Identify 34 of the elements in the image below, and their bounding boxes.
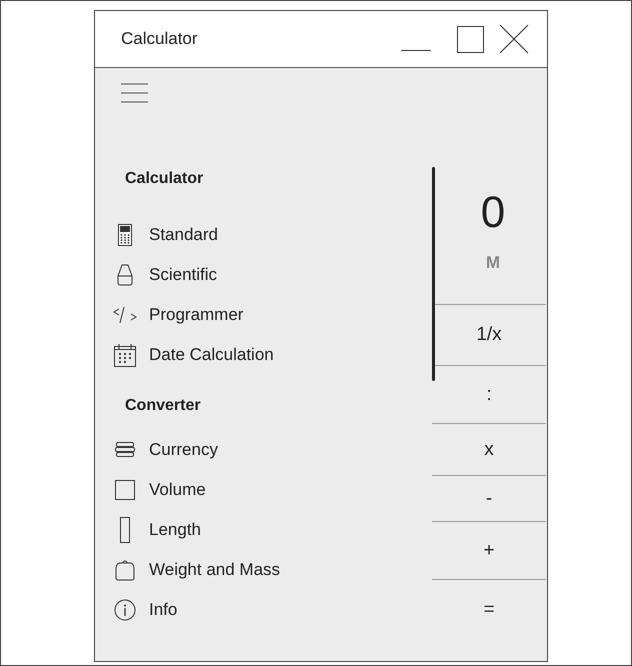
info-icon: [114, 599, 136, 621]
nav-item-label[interactable]: Info: [149, 600, 178, 620]
flask-icon: [117, 264, 133, 286]
pane-divider-handle[interactable]: [432, 167, 435, 381]
window-title: Calculator: [121, 29, 199, 49]
calculator-icon: [118, 224, 132, 246]
maximize-icon[interactable]: [457, 26, 484, 52]
nav-item-label[interactable]: Length: [149, 520, 201, 540]
minimize-icon[interactable]: [401, 48, 431, 52]
weight-icon: [115, 559, 135, 581]
display-value: 0: [480, 187, 506, 239]
operator-key[interactable]: =: [432, 580, 546, 640]
nav-item-label[interactable]: Weight and Mass: [149, 560, 280, 580]
close-icon[interactable]: [499, 24, 529, 54]
nav-item-label[interactable]: Standard: [149, 225, 218, 245]
menu-icon[interactable]: [121, 83, 148, 103]
operator-key[interactable]: -: [432, 476, 546, 521]
operator-key[interactable]: +: [432, 522, 546, 579]
nav-item-label[interactable]: Volume: [149, 480, 206, 500]
nav-item-label[interactable]: Scientific: [149, 265, 218, 285]
operator-key[interactable]: x: [432, 424, 546, 475]
rectangle-icon: [120, 517, 130, 543]
section-heading: Calculator: [124, 169, 204, 189]
stack-icon: [115, 442, 135, 458]
section-heading: Converter: [124, 396, 202, 416]
calendar-icon: [114, 343, 136, 367]
nav-item-label[interactable]: Programmer: [149, 305, 244, 325]
nav-item-label[interactable]: Date Calculation: [149, 345, 274, 365]
memory-indicator: M: [486, 253, 500, 273]
operator-key[interactable]: :: [432, 366, 546, 423]
nav-item-label[interactable]: Currency: [149, 440, 218, 460]
square-icon: [115, 480, 135, 500]
code-icon: [113, 306, 137, 324]
operator-key[interactable]: 1/x: [432, 305, 546, 365]
